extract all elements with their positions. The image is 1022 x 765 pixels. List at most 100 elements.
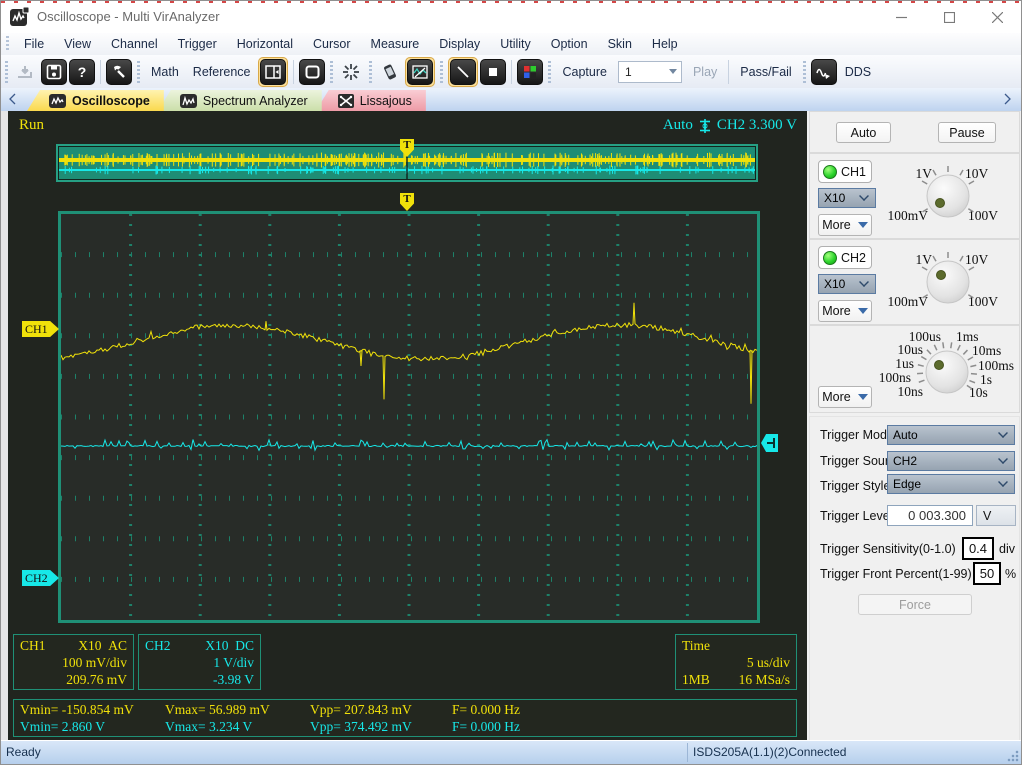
ch1-info-name: CH1 — [20, 637, 46, 654]
graticule — [58, 211, 760, 623]
reference-button[interactable]: Reference — [186, 65, 258, 79]
oscilloscope-tab-icon — [49, 94, 66, 108]
trigger-level-marker[interactable] — [761, 434, 778, 452]
ch2-scale: 1 V/div — [213, 654, 254, 671]
chevron-down-icon — [998, 477, 1008, 487]
maximize-button[interactable] — [925, 1, 973, 33]
trigger-level-unit-select[interactable]: V — [976, 505, 1016, 526]
full-display-button[interactable] — [299, 59, 325, 85]
ch1-position-marker[interactable]: CH1 — [22, 321, 59, 337]
menu-file[interactable]: File — [14, 35, 54, 53]
menu-channel[interactable]: Channel — [101, 35, 168, 53]
chevron-down-icon — [998, 428, 1008, 438]
line-draw-inner — [450, 59, 476, 85]
time-label-1us: 1us — [895, 356, 914, 371]
window-controls — [877, 1, 1021, 33]
ch2-knob-label-100v: 100V — [968, 294, 998, 309]
auto-button[interactable]: Auto — [836, 122, 891, 143]
tab-lissajous[interactable]: Lissajous — [316, 90, 426, 111]
close-button[interactable] — [973, 1, 1021, 33]
ch1-info-box: CH1 X10 AC 100 mV/div 209.76 mV — [13, 634, 134, 690]
ch2-vmin: Vmin= 2.860 V — [20, 718, 165, 735]
help-button[interactable]: ? — [69, 59, 95, 85]
stop-button[interactable] — [480, 59, 506, 85]
trigger-style-select[interactable]: Edge — [887, 474, 1015, 494]
tabs-scroll-right-icon[interactable] — [1001, 93, 1013, 105]
dds-label[interactable]: DDS — [838, 65, 878, 79]
trigger-position-flag-main[interactable]: T — [400, 193, 414, 211]
center-waveform-button[interactable] — [338, 59, 364, 85]
waveform-screen-icon — [412, 65, 428, 79]
open-button[interactable] — [13, 59, 39, 85]
titlebar: Oscilloscope - Multi VirAnalyzer — [1, 1, 1021, 33]
capture-select[interactable]: 1 — [618, 61, 682, 83]
trigger-mode-label: Trigger Mode — [820, 428, 894, 442]
menu-measure[interactable]: Measure — [361, 35, 430, 53]
toolbar-grip — [548, 61, 551, 83]
trigger-source-select[interactable]: CH2 — [887, 451, 1015, 471]
ch2-position-marker[interactable]: CH2 — [22, 570, 59, 586]
ch2-probe-select[interactable]: X10 — [818, 274, 876, 294]
tabs-scroll-left-icon[interactable] — [7, 93, 19, 105]
waveform-canvas — [61, 214, 757, 620]
ch2-more-button[interactable]: More — [818, 300, 872, 322]
toolbar-separator — [511, 60, 512, 84]
chevron-down-icon — [859, 277, 869, 287]
dds-button[interactable] — [811, 59, 837, 85]
ch1-knob-label-100mv: 100mV — [888, 208, 929, 223]
dds-icon — [816, 65, 832, 79]
menu-utility[interactable]: Utility — [490, 35, 541, 53]
ch1-probe-select[interactable]: X10 — [818, 188, 876, 208]
top-edge-artifact — [1, 1, 1021, 3]
minimize-button[interactable] — [877, 1, 925, 33]
menu-display[interactable]: Display — [429, 35, 490, 53]
save-button[interactable] — [41, 59, 67, 85]
trigger-sensitivity-input[interactable]: 0.4 — [962, 537, 994, 560]
colors-button[interactable] — [517, 59, 543, 85]
math-button[interactable]: Math — [144, 65, 186, 79]
measurements-box: Vmin= -150.854 mV Vmax= 56.989 mV Vpp= 2… — [13, 699, 797, 737]
trigger-mode-select[interactable]: Auto — [887, 425, 1015, 445]
trigger-mode-value: Auto — [888, 428, 998, 442]
panel-toggle-button[interactable] — [258, 57, 288, 87]
line-draw-button[interactable] — [448, 57, 478, 87]
ch2-volts-knob[interactable]: 1V 10V 100mV 100V — [878, 244, 1018, 322]
timebase-knob[interactable]: 100us 1ms 10us 10ms 1us 100ms 100ns 1s 1… — [810, 326, 1019, 412]
tab-spectrum-analyzer[interactable]: Spectrum Analyzer — [158, 90, 322, 111]
waveform-screen-button[interactable] — [405, 57, 435, 87]
tool-button[interactable] — [106, 59, 132, 85]
ch2-position-value: -3.98 V — [213, 671, 254, 688]
tab-spectrum-label: Spectrum Analyzer — [203, 94, 308, 108]
ch1-enable-button[interactable]: CH1 — [818, 160, 872, 183]
trigger-level-input[interactable]: 0 003.300 — [887, 505, 973, 526]
trigger-front-input[interactable]: 50 — [973, 562, 1001, 585]
toolbar: ? Math Reference — [1, 55, 1021, 89]
ch1-more-button[interactable]: More — [818, 214, 872, 236]
ch2-info-box: CH2 X10 DC 1 V/div -3.98 V — [138, 634, 261, 690]
ch1-volts-knob[interactable]: 1V 10V 100mV 100V — [878, 158, 1018, 236]
menu-skin[interactable]: Skin — [598, 35, 642, 53]
ch1-knob-label-1v: 1V — [916, 166, 933, 181]
force-button[interactable]: Force — [858, 594, 972, 615]
ch1-probe: X10 — [78, 638, 101, 653]
resize-grip-icon[interactable] — [1007, 750, 1019, 762]
ch2-info-name: CH2 — [145, 637, 171, 654]
menu-help[interactable]: Help — [642, 35, 688, 53]
play-button[interactable]: Play — [686, 65, 724, 79]
pass-fail-button[interactable]: Pass/Fail — [733, 65, 798, 79]
menu-view[interactable]: View — [54, 35, 101, 53]
menu-option[interactable]: Option — [541, 35, 598, 53]
trigger-level-label: Trigger Level — [820, 509, 893, 523]
menu-horizontal[interactable]: Horizontal — [227, 35, 303, 53]
ch2-enable-button[interactable]: CH2 — [818, 246, 872, 269]
ch1-vmin: Vmin= -150.854 mV — [20, 701, 165, 718]
tab-oscilloscope[interactable]: Oscilloscope — [27, 90, 164, 111]
pause-button[interactable]: Pause — [938, 122, 996, 143]
toolbar-grip — [369, 61, 372, 83]
menu-cursor[interactable]: Cursor — [303, 35, 361, 53]
ch2-coupling: DC — [235, 638, 254, 653]
menu-trigger[interactable]: Trigger — [168, 35, 227, 53]
ch2-vpp: Vpp= 374.492 mV — [310, 718, 452, 735]
trigger-level-status: CH2 3.300 V — [717, 117, 797, 134]
device-button[interactable] — [377, 59, 403, 85]
